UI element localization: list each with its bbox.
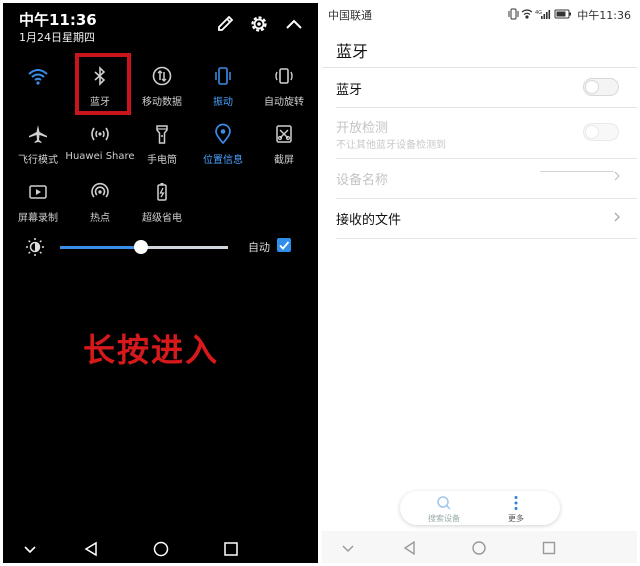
bluetooth-settings-screen: 中国联通 4G 中午11:36 蓝牙 蓝牙 开放检测 不让其他蓝牙设备检测到 设…: [322, 3, 637, 563]
device-name-value-underline: [540, 171, 614, 172]
wifi-icon: [28, 69, 48, 85]
tile-label: 自动旋转: [264, 97, 304, 108]
edit-icon[interactable]: [215, 13, 237, 35]
bluetooth-highlight-box: [75, 53, 131, 115]
tile-wifi[interactable]: [8, 63, 68, 119]
home-icon[interactable]: [471, 540, 487, 556]
tile-vibrate[interactable]: 振动: [193, 63, 253, 119]
status-bar: 中国联通 4G 中午11:36: [322, 3, 637, 25]
search-icon: [437, 496, 451, 510]
recents-icon[interactable]: [222, 540, 240, 558]
tile-hotspot[interactable]: 热点: [70, 179, 130, 235]
search-devices-label: 搜索设备: [428, 514, 460, 523]
long-press-overlay-text: 长按进入: [83, 331, 220, 369]
power-saving-icon: [157, 183, 167, 201]
toggle-knob: [585, 80, 599, 94]
brightness-slider-knob[interactable]: [133, 240, 148, 254]
auto-brightness-checkbox[interactable]: [277, 238, 291, 252]
carrier-name: 中国联通: [328, 9, 372, 22]
rotate-icon: [275, 68, 293, 84]
shade-time: 中午11:36: [19, 11, 97, 29]
recents-icon[interactable]: [541, 540, 557, 556]
chevron-down-icon[interactable]: [340, 540, 356, 556]
gear-icon[interactable]: [248, 13, 270, 35]
tile-flashlight[interactable]: 手电筒: [132, 121, 192, 177]
tile-screen-record[interactable]: 屏幕录制: [8, 179, 68, 235]
tile-huawei-share[interactable]: Huawei Share: [65, 121, 135, 177]
more-button[interactable]: 更多: [486, 493, 546, 523]
mobile-data-icon: [152, 66, 172, 86]
chevron-down-icon[interactable]: [21, 540, 39, 558]
brightness-icon: [26, 238, 44, 256]
screenshot-icon: [276, 125, 292, 143]
bluetooth-row-label: 蓝牙: [336, 83, 363, 98]
chevron-right-icon: [614, 171, 620, 181]
tile-airplane[interactable]: 飞行模式: [8, 121, 68, 177]
divider: [336, 158, 637, 159]
vibrate-status-icon: [508, 8, 519, 20]
divider: [322, 67, 637, 68]
vibrate-icon: [215, 67, 231, 85]
device-name-label[interactable]: 设备名称: [336, 169, 388, 188]
more-label: 更多: [508, 514, 524, 523]
open-detect-label: 开放检测: [336, 121, 389, 136]
received-files-label[interactable]: 接收的文件: [336, 209, 401, 228]
screenshot-root: 中午11:36 1月24日星期四 蓝牙 移动数据 振动 自动旋转 飞行模式 Hu…: [0, 0, 640, 566]
divider: [336, 107, 637, 108]
tile-mobile-data[interactable]: 移动数据: [132, 63, 192, 119]
shade-date: 1月24日星期四: [19, 31, 95, 44]
divider: [336, 238, 637, 239]
toggle-knob: [585, 125, 599, 139]
hotspot-icon: [91, 182, 109, 198]
search-devices-button[interactable]: 搜索设备: [414, 493, 474, 523]
bottom-action-bar: 搜索设备 更多: [400, 491, 560, 525]
tile-location[interactable]: 位置信息: [193, 121, 253, 177]
auto-brightness-label: 自动: [248, 241, 270, 254]
status-time: 中午11:36: [577, 9, 631, 22]
divider: [336, 198, 637, 199]
tile-label: 截屏: [274, 155, 294, 166]
page-title: 蓝牙: [336, 42, 369, 61]
tile-auto-rotate[interactable]: 自动旋转: [254, 63, 314, 119]
more-vertical-icon: [514, 496, 518, 510]
svg-text:4G: 4G: [535, 10, 542, 16]
tile-label: 超级省电: [142, 213, 182, 224]
open-detect-subtitle: 不让其他蓝牙设备检测到: [336, 140, 446, 151]
tile-screenshot[interactable]: 截屏: [254, 121, 314, 177]
location-icon: [215, 123, 231, 145]
battery-status-icon: [554, 9, 571, 19]
back-icon[interactable]: [83, 540, 101, 558]
brightness-slider-fill: [60, 246, 141, 249]
wifi-status-icon: [521, 9, 533, 19]
home-icon[interactable]: [152, 540, 170, 558]
flashlight-icon: [156, 125, 168, 144]
chevron-right-icon: [614, 212, 620, 222]
bluetooth-toggle[interactable]: [583, 78, 619, 96]
collapse-chevron-up-icon[interactable]: [283, 13, 305, 35]
huawei-share-icon: [91, 127, 109, 141]
notification-shade: 中午11:36 1月24日星期四 蓝牙 移动数据 振动 自动旋转 飞行模式 Hu…: [3, 3, 318, 563]
brightness-slider[interactable]: [60, 240, 228, 254]
status-icons: 4G: [508, 8, 571, 20]
screen-record-icon: [29, 185, 47, 199]
tile-power-saving[interactable]: 超级省电: [132, 179, 192, 235]
airplane-icon: [29, 125, 47, 143]
back-icon[interactable]: [402, 540, 418, 556]
open-detect-toggle[interactable]: [583, 123, 619, 141]
signal-status-icon: 4G: [535, 10, 551, 19]
